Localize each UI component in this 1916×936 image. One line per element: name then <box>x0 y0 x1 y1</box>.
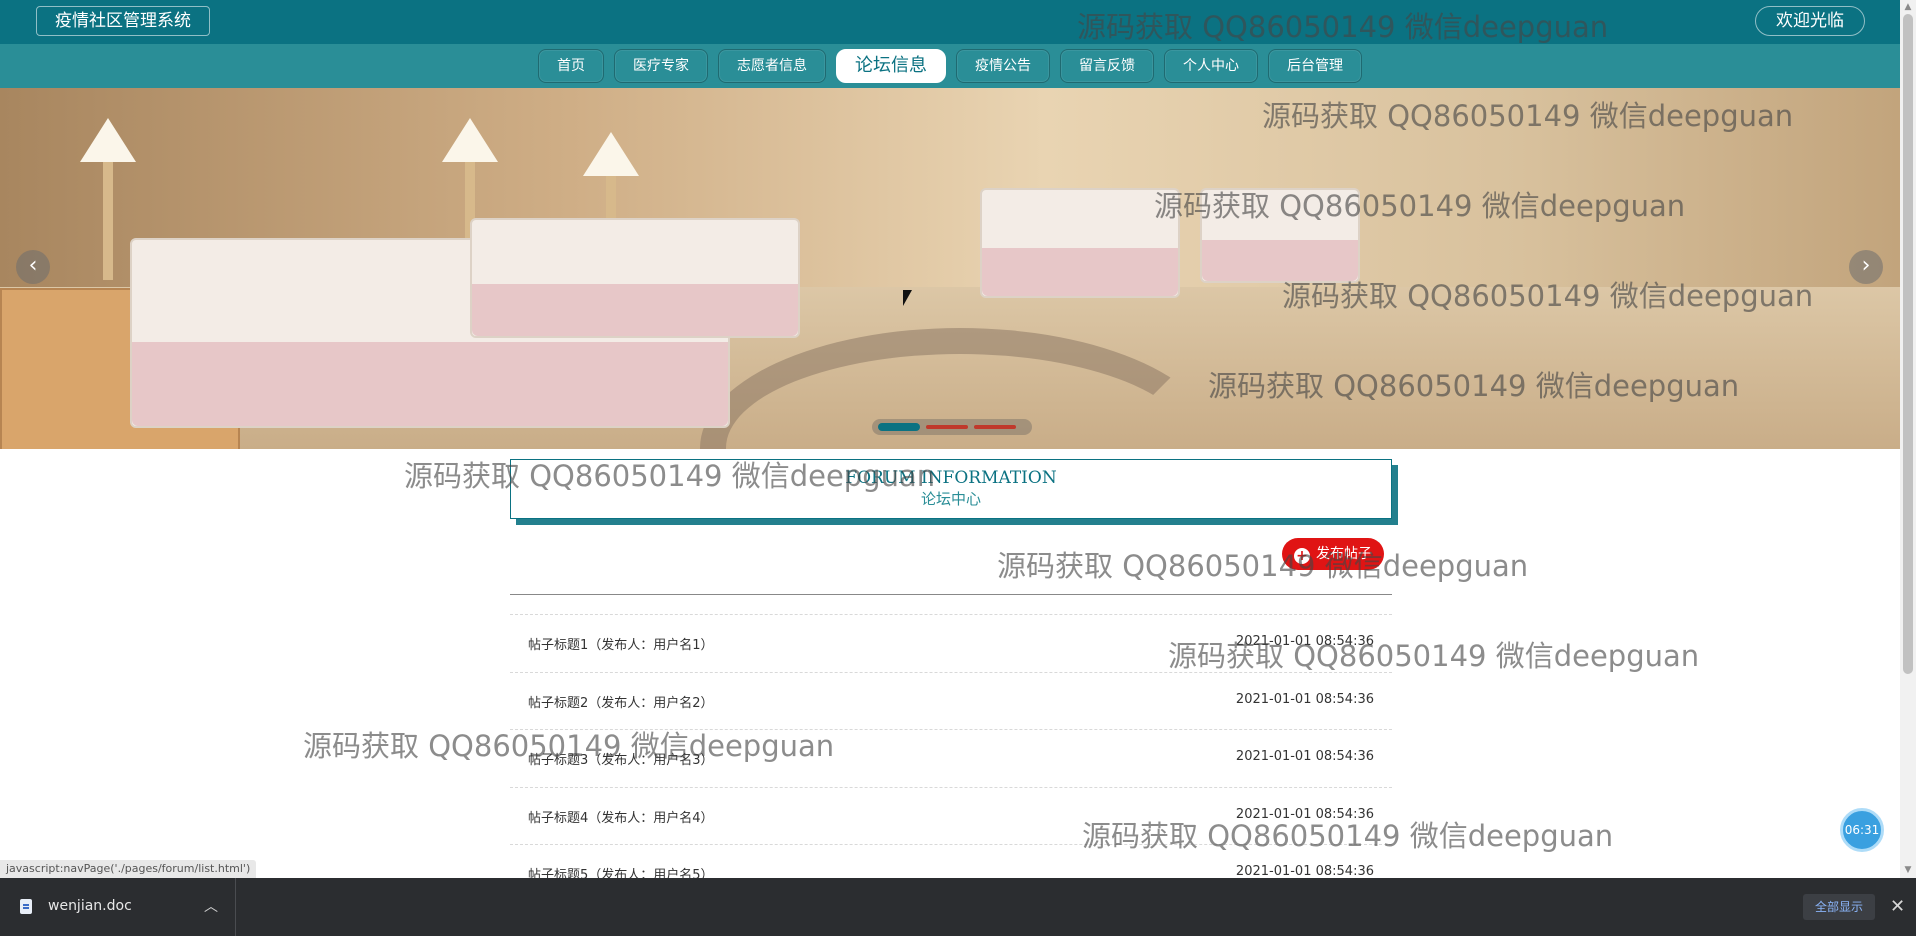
chevron-up-icon[interactable]: ︿ <box>204 896 218 916</box>
post-title[interactable]: 帖子标题4（发布人：用户名4） <box>528 807 714 826</box>
download-file-name[interactable]: wenjian.doc <box>48 898 132 914</box>
banner-carousel[interactable]: ‹ › <box>0 88 1900 449</box>
post-title[interactable]: 帖子标题2（发布人：用户名2） <box>528 692 714 711</box>
clock-badge[interactable]: 06:31 <box>1840 808 1884 852</box>
create-post-label: 发布帖子 <box>1316 546 1372 562</box>
carousel-dot-2[interactable] <box>926 425 968 429</box>
nav-medical-experts[interactable]: 医疗专家 <box>614 49 708 83</box>
lamp-stem <box>103 160 113 280</box>
forum-post-list: 帖子标题1（发布人：用户名1） 2021-01-01 08:54:36 帖子标题… <box>510 614 1392 902</box>
scroll-up-icon[interactable]: ▲ <box>1902 1 1914 13</box>
forum-post-row[interactable]: 帖子标题2（发布人：用户名2） 2021-01-01 08:54:36 <box>510 671 1392 730</box>
page: 疫情社区管理系统 欢迎光临 首页 医疗专家 志愿者信息 论坛信息 疫情公告 留言… <box>0 0 1916 936</box>
post-time: 2021-01-01 08:54:36 <box>1235 864 1374 879</box>
hospital-bed <box>1200 188 1360 283</box>
carousel-indicators <box>872 419 1032 435</box>
show-all-downloads-button[interactable]: 全部显示 <box>1803 894 1875 920</box>
page-scrollbar[interactable]: ▲ ▼ <box>1900 0 1916 878</box>
document-icon <box>20 899 32 914</box>
forum-post-row[interactable]: 帖子标题4（发布人：用户名4） 2021-01-01 08:54:36 <box>510 786 1392 845</box>
nav-feedback[interactable]: 留言反馈 <box>1060 49 1154 83</box>
section-title-en: FORUM INFORMATION <box>845 468 1057 488</box>
chevron-left-icon[interactable]: ‹ <box>16 250 50 284</box>
hospital-bed <box>470 218 800 338</box>
site-title[interactable]: 疫情社区管理系统 <box>36 6 210 36</box>
mouse-pointer-icon <box>903 290 912 306</box>
post-time: 2021-01-01 08:54:36 <box>1235 749 1374 764</box>
forum-post-row[interactable]: 帖子标题3（发布人：用户名3） 2021-01-01 08:54:36 <box>510 729 1392 787</box>
top-bar: 疫情社区管理系统 欢迎光临 <box>0 0 1900 44</box>
chevron-right-icon[interactable]: › <box>1849 250 1883 284</box>
lamp-shade <box>583 132 639 176</box>
scroll-down-icon[interactable]: ▼ <box>1902 864 1914 876</box>
download-bar: wenjian.doc ︿ 全部显示 ✕ <box>0 878 1916 936</box>
status-bar-url: javascript:navPage('./pages/forum/list.h… <box>0 860 257 878</box>
carousel-dot-3[interactable] <box>974 425 1016 429</box>
nav-forum[interactable]: 论坛信息 <box>836 49 946 83</box>
post-title[interactable]: 帖子标题1（发布人：用户名1） <box>528 634 714 653</box>
lamp-shade <box>80 118 136 162</box>
nav-admin[interactable]: 后台管理 <box>1268 49 1362 83</box>
section-title-cn: 论坛中心 <box>920 490 981 508</box>
scrollbar-thumb[interactable] <box>1903 14 1913 674</box>
create-post-button[interactable]: + 发布帖子 <box>1282 538 1384 570</box>
post-time: 2021-01-01 08:54:36 <box>1235 634 1374 649</box>
nav-home[interactable]: 首页 <box>538 49 604 83</box>
post-time: 2021-01-01 08:54:36 <box>1235 691 1374 707</box>
nav-volunteers[interactable]: 志愿者信息 <box>718 49 826 83</box>
post-title[interactable]: 帖子标题3（发布人：用户名3） <box>528 749 714 768</box>
lamp-shade <box>442 118 498 162</box>
nav-personal-center[interactable]: 个人中心 <box>1164 49 1258 83</box>
forum-section-title: FORUM INFORMATION 论坛中心 <box>510 459 1392 519</box>
forum-post-row[interactable]: 帖子标题1（发布人：用户名1） 2021-01-01 08:54:36 <box>510 614 1392 672</box>
carousel-dot-1[interactable] <box>878 423 920 431</box>
post-time: 2021-01-01 08:54:36 <box>1235 806 1374 822</box>
plus-icon: + <box>1294 548 1310 564</box>
hospital-bed <box>980 188 1180 298</box>
download-item[interactable]: wenjian.doc ︿ <box>0 878 236 936</box>
list-divider <box>510 594 1392 595</box>
watermark: 源码获取 QQ86050149 微信deepguan <box>997 549 1529 583</box>
nav-epidemic-notice[interactable]: 疫情公告 <box>956 49 1050 83</box>
main-nav: 首页 医疗专家 志愿者信息 论坛信息 疫情公告 留言反馈 个人中心 后台管理 <box>0 44 1900 88</box>
close-icon[interactable]: ✕ <box>1890 894 1905 920</box>
welcome-badge[interactable]: 欢迎光临 <box>1755 6 1865 36</box>
